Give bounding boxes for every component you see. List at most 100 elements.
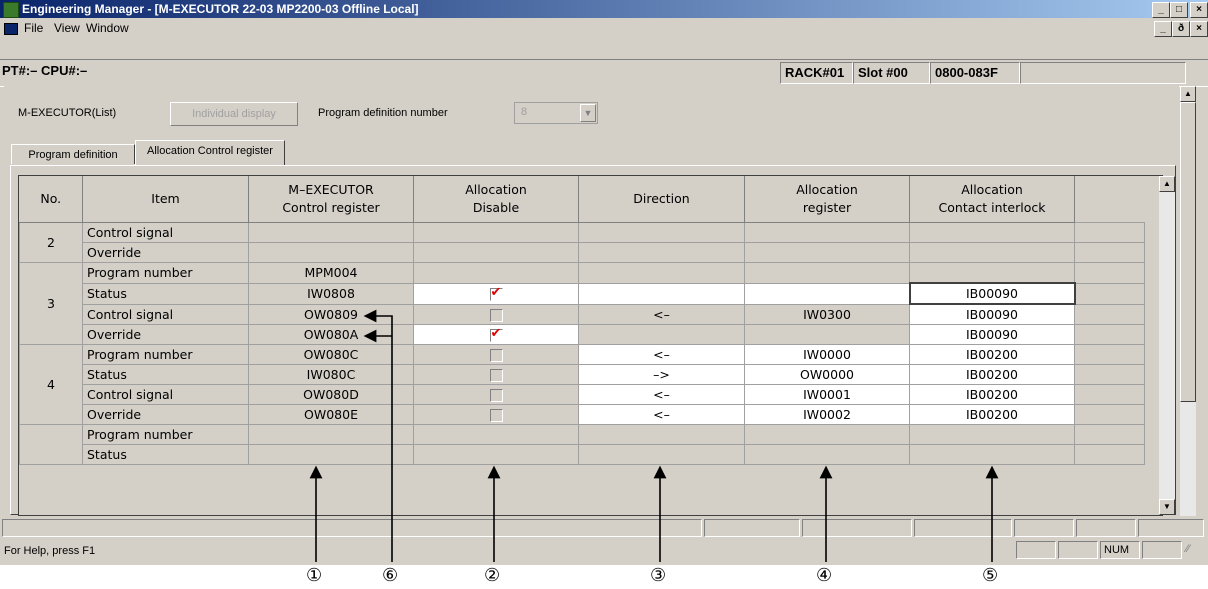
close-button[interactable]: ×	[1190, 2, 1208, 18]
tab-program-definition[interactable]: Program definition	[11, 144, 135, 164]
direction-cell[interactable]: <–	[578, 384, 745, 405]
direction-cell[interactable]: <–	[578, 404, 745, 425]
allocation-disable-cell[interactable]	[413, 262, 579, 284]
contact-interlock-cell[interactable]: IB00090	[909, 303, 1075, 325]
allocation-disable-cell[interactable]	[413, 384, 579, 405]
disable-checkbox[interactable]	[489, 285, 503, 301]
allocation-register-cell[interactable]	[744, 282, 910, 305]
contact-interlock-cell[interactable]	[909, 444, 1075, 465]
item-cell[interactable]: Program number	[82, 262, 249, 284]
allocation-register-cell[interactable]	[744, 262, 910, 284]
allocation-disable-cell[interactable]	[413, 282, 579, 305]
chevron-down-icon[interactable]: ▼	[580, 104, 596, 122]
disable-checkbox[interactable]	[489, 409, 503, 422]
allocation-register-cell[interactable]	[744, 222, 910, 243]
allocation-register-cell[interactable]	[744, 324, 910, 345]
control-register-cell[interactable]: MPM004	[248, 262, 414, 284]
direction-cell[interactable]	[578, 324, 745, 345]
child-minimize-button[interactable]: _	[1154, 21, 1172, 37]
item-cell[interactable]: Control signal	[82, 384, 249, 405]
allocation-disable-cell[interactable]	[413, 364, 579, 385]
allocation-disable-cell[interactable]	[413, 303, 579, 325]
pane-scroll-thumb[interactable]	[1180, 102, 1196, 402]
allocation-disable-cell[interactable]	[413, 424, 579, 445]
control-register-cell[interactable]	[248, 222, 414, 243]
menu-file[interactable]: File	[22, 18, 45, 38]
individual-display-button[interactable]: Individual display	[170, 102, 298, 126]
allocation-register-cell[interactable]: IW0001	[744, 384, 910, 405]
disable-checkbox[interactable]	[489, 369, 503, 382]
disable-checkbox[interactable]	[489, 349, 503, 362]
child-restore-button[interactable]: ð	[1172, 21, 1190, 37]
document-icon[interactable]	[4, 23, 18, 35]
menu-view[interactable]: View	[52, 18, 82, 38]
scroll-up-icon[interactable]: ▲	[1159, 176, 1175, 192]
direction-cell[interactable]: <–	[578, 303, 745, 325]
item-cell[interactable]: Override	[82, 324, 249, 345]
child-close-button[interactable]: ×	[1190, 21, 1208, 37]
control-register-cell[interactable]: OW080C	[248, 344, 414, 365]
allocation-disable-cell[interactable]	[413, 324, 579, 345]
item-cell[interactable]: Status	[82, 444, 249, 465]
allocation-disable-cell[interactable]	[413, 242, 579, 263]
control-register-cell[interactable]: OW080A	[248, 324, 414, 345]
control-register-cell[interactable]: IW0808	[248, 282, 414, 305]
allocation-register-cell[interactable]	[744, 242, 910, 263]
disable-checkbox[interactable]	[489, 389, 503, 402]
item-cell[interactable]: Control signal	[82, 303, 249, 325]
item-cell[interactable]: Program number	[82, 424, 249, 445]
minimize-button[interactable]: _	[1152, 2, 1170, 18]
item-cell[interactable]: Program number	[82, 344, 249, 365]
contact-interlock-cell[interactable]: IB00200	[909, 384, 1075, 405]
contact-interlock-cell[interactable]	[909, 262, 1075, 284]
allocation-register-cell[interactable]	[744, 424, 910, 445]
item-cell[interactable]: Override	[82, 242, 249, 263]
allocation-disable-cell[interactable]	[413, 344, 579, 365]
grid-scrollbar[interactable]: ▲ ▼	[1159, 176, 1175, 515]
direction-cell[interactable]	[578, 262, 745, 284]
item-cell[interactable]: Control signal	[82, 222, 249, 243]
contact-interlock-cell[interactable]: IB00090	[909, 324, 1075, 345]
allocation-disable-cell[interactable]	[413, 404, 579, 425]
contact-interlock-cell[interactable]: IB00200	[909, 404, 1075, 425]
allocation-register-cell[interactable]	[744, 444, 910, 465]
control-register-cell[interactable]: OW080D	[248, 384, 414, 405]
contact-interlock-cell[interactable]: IB00090	[908, 282, 1076, 305]
program-definition-number-select[interactable]: 8 ▼	[514, 102, 598, 124]
contact-interlock-cell[interactable]: IB00200	[909, 364, 1075, 385]
contact-interlock-cell[interactable]	[909, 424, 1075, 445]
item-cell[interactable]: Override	[82, 404, 249, 425]
direction-cell[interactable]	[578, 282, 745, 305]
contact-interlock-cell[interactable]	[909, 222, 1075, 243]
control-register-cell[interactable]	[248, 424, 414, 445]
tab-allocation-control-register[interactable]: Allocation Control register	[135, 140, 285, 165]
direction-cell[interactable]: –>	[578, 364, 745, 385]
pane-scrollbar[interactable]: ▲	[1180, 86, 1196, 516]
allocation-register-cell[interactable]: OW0000	[744, 364, 910, 385]
menu-window[interactable]: Window	[84, 18, 131, 38]
allocation-disable-cell[interactable]	[413, 222, 579, 243]
allocation-register-cell[interactable]: IW0000	[744, 344, 910, 365]
allocation-register-cell[interactable]: IW0300	[744, 303, 910, 325]
direction-cell[interactable]	[578, 222, 745, 243]
disable-checkbox[interactable]	[489, 308, 503, 322]
control-register-cell[interactable]: OW0809	[248, 303, 414, 325]
contact-interlock-cell[interactable]	[909, 242, 1075, 263]
item-cell[interactable]: Status	[82, 282, 249, 305]
direction-cell[interactable]	[578, 424, 745, 445]
scroll-down-icon[interactable]: ▼	[1159, 499, 1175, 515]
pane-scroll-up-icon[interactable]: ▲	[1180, 86, 1196, 102]
disable-checkbox[interactable]	[489, 326, 503, 342]
item-cell[interactable]: Status	[82, 364, 249, 385]
allocation-register-cell[interactable]: IW0002	[744, 404, 910, 425]
direction-cell[interactable]	[578, 444, 745, 465]
maximize-button[interactable]: □	[1170, 2, 1188, 18]
control-register-cell[interactable]	[248, 444, 414, 465]
control-register-cell[interactable]: IW080C	[248, 364, 414, 385]
direction-cell[interactable]: <–	[578, 344, 745, 365]
allocation-disable-cell[interactable]	[413, 444, 579, 465]
resize-grip-icon[interactable]: ⁄⁄	[1186, 543, 1190, 555]
control-register-cell[interactable]: OW080E	[248, 404, 414, 425]
direction-cell[interactable]	[578, 242, 745, 263]
control-register-cell[interactable]	[248, 242, 414, 263]
